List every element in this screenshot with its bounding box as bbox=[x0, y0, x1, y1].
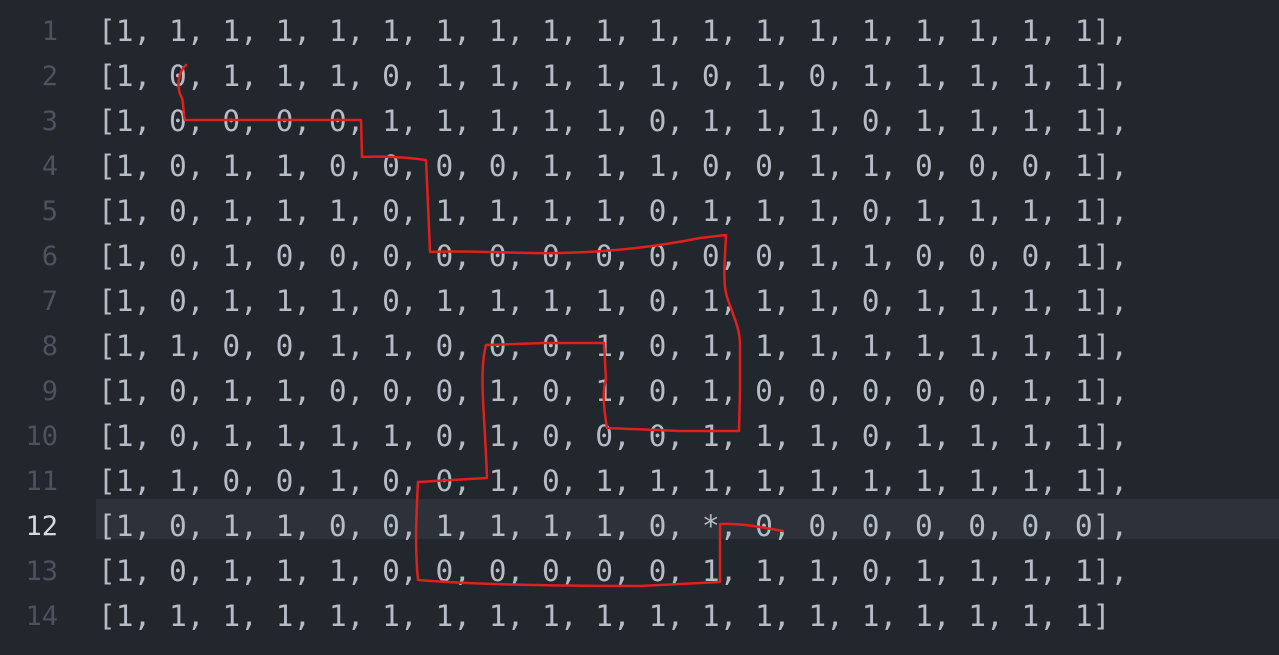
editor-line[interactable]: 9 [1, 0, 1, 1, 0, 0, 0, 1, 0, 1, 0, 1, 0,… bbox=[0, 369, 1279, 414]
line-number: 5 bbox=[41, 196, 58, 227]
line-number: 8 bbox=[41, 331, 58, 362]
code-line-text[interactable]: [1, 0, 1, 1, 0, 0, 1, 1, 1, 1, 0, *, 0, … bbox=[98, 504, 1128, 549]
editor-line[interactable]: 6 [1, 0, 1, 0, 0, 0, 0, 0, 0, 0, 0, 0, 0,… bbox=[0, 234, 1279, 279]
line-number: 4 bbox=[41, 151, 58, 182]
line-number: 7 bbox=[41, 286, 58, 317]
code-line-text[interactable]: [1, 0, 1, 0, 0, 0, 0, 0, 0, 0, 0, 0, 0, … bbox=[98, 234, 1128, 279]
code-line-text[interactable]: [1, 1, 0, 0, 1, 0, 0, 1, 0, 1, 1, 1, 1, … bbox=[98, 459, 1128, 504]
code-line-text[interactable]: [1, 0, 1, 1, 1, 1, 0, 1, 0, 0, 0, 1, 1, … bbox=[98, 414, 1128, 459]
editor-line[interactable]: 2 [1, 0, 1, 1, 1, 0, 1, 1, 1, 1, 1, 0, 1,… bbox=[0, 54, 1279, 99]
line-number: 11 bbox=[25, 466, 58, 497]
line-number: 12 bbox=[25, 511, 58, 542]
code-line-text[interactable]: [1, 1, 1, 1, 1, 1, 1, 1, 1, 1, 1, 1, 1, … bbox=[98, 9, 1128, 54]
editor-line[interactable]: 1 [1, 1, 1, 1, 1, 1, 1, 1, 1, 1, 1, 1, 1,… bbox=[0, 9, 1279, 54]
line-number: 3 bbox=[41, 106, 58, 137]
line-number: 1 bbox=[41, 16, 58, 47]
line-number: 9 bbox=[41, 376, 58, 407]
code-editor[interactable]: 1 [1, 1, 1, 1, 1, 1, 1, 1, 1, 1, 1, 1, 1,… bbox=[0, 0, 1279, 655]
code-line-text[interactable]: [1, 0, 1, 1, 1, 0, 1, 1, 1, 1, 1, 0, 1, … bbox=[98, 54, 1128, 99]
code-line-text[interactable]: [1, 0, 1, 1, 0, 0, 0, 1, 0, 1, 0, 1, 0, … bbox=[98, 369, 1128, 414]
editor-line[interactable]: 5 [1, 0, 1, 1, 1, 0, 1, 1, 1, 1, 0, 1, 1,… bbox=[0, 189, 1279, 234]
editor-line[interactable]: 14 [1, 1, 1, 1, 1, 1, 1, 1, 1, 1, 1, 1, 1… bbox=[0, 594, 1279, 639]
editor-line[interactable]: 11 [1, 1, 0, 0, 1, 0, 0, 1, 0, 1, 1, 1, 1… bbox=[0, 459, 1279, 504]
editor-line[interactable]: 13 [1, 0, 1, 1, 1, 0, 0, 0, 0, 0, 0, 1, 1… bbox=[0, 549, 1279, 594]
code-line-text[interactable]: [1, 0, 0, 0, 0, 1, 1, 1, 1, 1, 0, 1, 1, … bbox=[98, 99, 1128, 144]
code-line-text[interactable]: [1, 0, 1, 1, 1, 0, 0, 0, 0, 0, 0, 1, 1, … bbox=[98, 549, 1128, 594]
editor-line[interactable]: 8 [1, 1, 0, 0, 1, 1, 0, 0, 0, 1, 0, 1, 1,… bbox=[0, 324, 1279, 369]
editor-line[interactable]: 3 [1, 0, 0, 0, 0, 1, 1, 1, 1, 1, 0, 1, 1,… bbox=[0, 99, 1279, 144]
line-number: 14 bbox=[25, 601, 58, 632]
code-line-text[interactable]: [1, 0, 1, 1, 1, 0, 1, 1, 1, 1, 0, 1, 1, … bbox=[98, 279, 1128, 324]
line-number: 6 bbox=[41, 241, 58, 272]
line-number: 2 bbox=[41, 61, 58, 92]
line-number: 10 bbox=[25, 421, 58, 452]
editor-line[interactable]: 10 [1, 0, 1, 1, 1, 1, 0, 1, 0, 0, 0, 1, 1… bbox=[0, 414, 1279, 459]
code-line-text[interactable]: [1, 0, 1, 1, 1, 0, 1, 1, 1, 1, 0, 1, 1, … bbox=[98, 189, 1128, 234]
editor-line[interactable]: 7 [1, 0, 1, 1, 1, 0, 1, 1, 1, 1, 0, 1, 1,… bbox=[0, 279, 1279, 324]
line-number: 13 bbox=[25, 556, 58, 587]
code-line-text[interactable]: [1, 1, 0, 0, 1, 1, 0, 0, 0, 1, 0, 1, 1, … bbox=[98, 324, 1128, 369]
code-line-text[interactable]: [1, 0, 1, 1, 0, 0, 0, 0, 1, 1, 1, 0, 0, … bbox=[98, 144, 1128, 189]
editor-line[interactable]: 12 [1, 0, 1, 1, 0, 0, 1, 1, 1, 1, 0, *, 0… bbox=[0, 499, 1279, 549]
editor-line[interactable]: 4 [1, 0, 1, 1, 0, 0, 0, 0, 1, 1, 1, 0, 0,… bbox=[0, 144, 1279, 189]
code-line-text[interactable]: [1, 1, 1, 1, 1, 1, 1, 1, 1, 1, 1, 1, 1, … bbox=[98, 594, 1110, 639]
